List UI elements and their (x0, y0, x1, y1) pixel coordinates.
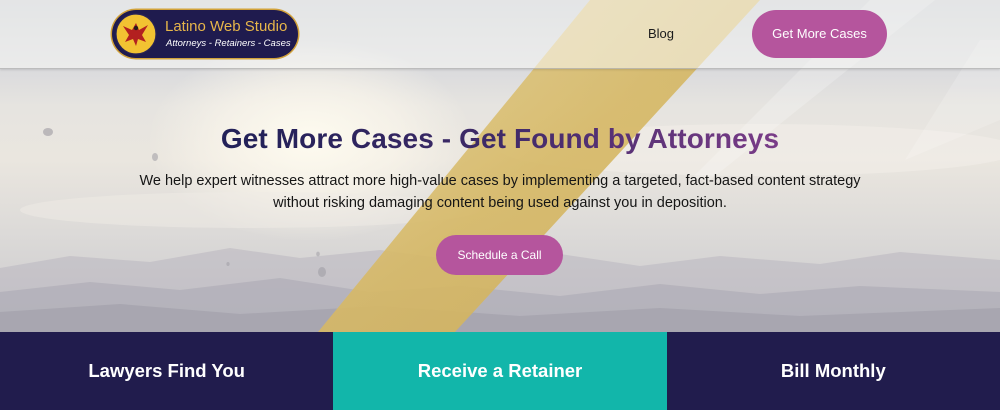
eagle-emblem-icon (115, 13, 157, 55)
feature-lawyers-find-you: Lawyers Find You (0, 332, 334, 410)
feature-label: Lawyers Find You (88, 360, 245, 381)
feature-label: Receive a Retainer (417, 360, 583, 381)
feature-receive-retainer: Receive a Retainer (333, 332, 667, 410)
feature-label: Bill Monthly (780, 360, 886, 381)
landing-page: Latino Web Studio Attorneys - Retainers … (0, 0, 1000, 410)
site-header: Latino Web Studio Attorneys - Retainers … (0, 0, 1000, 69)
schedule-call-button[interactable]: Schedule a Call (436, 235, 563, 275)
features-strip: Lawyers Find You Receive a Retainer Bill… (0, 332, 1000, 410)
get-more-cases-button[interactable]: Get More Cases (752, 10, 887, 58)
feature-bill-monthly: Bill Monthly (666, 332, 1000, 410)
brand-logo[interactable]: Latino Web Studio Attorneys - Retainers … (112, 10, 298, 58)
logo-title: Latino Web Studio (165, 18, 288, 35)
hero-description: We help expert witnesses attract more hi… (139, 173, 861, 211)
logo-tagline: Attorneys - Retainers - Cases (166, 38, 291, 49)
hero-title: Get More Cases - Get Found by Attorneys (0, 123, 1000, 155)
nav-link-blog[interactable]: Blog (648, 26, 674, 41)
